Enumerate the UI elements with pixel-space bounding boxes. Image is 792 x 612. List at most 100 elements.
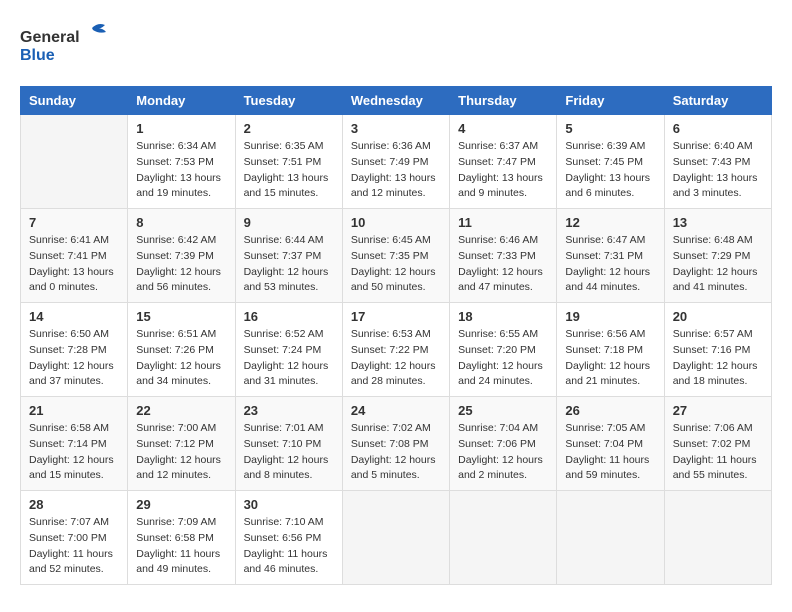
day-header-wednesday: Wednesday xyxy=(342,87,449,115)
day-number: 17 xyxy=(351,309,441,324)
day-info: Sunrise: 6:35 AMSunset: 7:51 PMDaylight:… xyxy=(244,139,334,202)
week-row-2: 7Sunrise: 6:41 AMSunset: 7:41 PMDaylight… xyxy=(21,209,772,303)
day-info: Sunrise: 6:57 AMSunset: 7:16 PMDaylight:… xyxy=(673,327,763,390)
calendar-cell: 9 Sunrise: 6:44 AMSunset: 7:37 PMDaylight… xyxy=(235,209,342,303)
day-info: Sunrise: 6:36 AMSunset: 7:49 PMDaylight:… xyxy=(351,139,441,202)
day-number: 18 xyxy=(458,309,548,324)
day-number: 4 xyxy=(458,121,548,136)
week-row-1: 1 Sunrise: 6:34 AMSunset: 7:53 PMDaylight… xyxy=(21,115,772,209)
calendar-cell: 18 Sunrise: 6:55 AMSunset: 7:20 PMDayligh… xyxy=(450,303,557,397)
day-number: 29 xyxy=(136,497,226,512)
day-header-saturday: Saturday xyxy=(664,87,771,115)
day-info: Sunrise: 7:00 AMSunset: 7:12 PMDaylight:… xyxy=(136,421,226,484)
day-number: 19 xyxy=(565,309,655,324)
day-number: 28 xyxy=(29,497,119,512)
day-info: Sunrise: 6:48 AMSunset: 7:29 PMDaylight:… xyxy=(673,233,763,296)
calendar-cell: 25 Sunrise: 7:04 AMSunset: 7:06 PMDayligh… xyxy=(450,397,557,491)
calendar-cell: 10Sunrise: 6:45 AMSunset: 7:35 PMDayligh… xyxy=(342,209,449,303)
calendar-cell: 14Sunrise: 6:50 AMSunset: 7:28 PMDayligh… xyxy=(21,303,128,397)
calendar-cell: 30 Sunrise: 7:10 AMSunset: 6:56 PMDayligh… xyxy=(235,491,342,585)
calendar-header-row: SundayMondayTuesdayWednesdayThursdayFrid… xyxy=(21,87,772,115)
calendar-cell: 21 Sunrise: 6:58 AMSunset: 7:14 PMDayligh… xyxy=(21,397,128,491)
day-info: Sunrise: 6:53 AMSunset: 7:22 PMDaylight:… xyxy=(351,327,441,390)
calendar-cell: 8Sunrise: 6:42 AMSunset: 7:39 PMDaylight… xyxy=(128,209,235,303)
calendar-cell xyxy=(21,115,128,209)
calendar-cell: 6 Sunrise: 6:40 AMSunset: 7:43 PMDaylight… xyxy=(664,115,771,209)
day-info: Sunrise: 6:56 AMSunset: 7:18 PMDaylight:… xyxy=(565,327,655,390)
calendar-cell: 15 Sunrise: 6:51 AMSunset: 7:26 PMDayligh… xyxy=(128,303,235,397)
day-info: Sunrise: 6:34 AMSunset: 7:53 PMDaylight:… xyxy=(136,139,226,202)
day-info: Sunrise: 6:39 AMSunset: 7:45 PMDaylight:… xyxy=(565,139,655,202)
calendar-cell: 22 Sunrise: 7:00 AMSunset: 7:12 PMDayligh… xyxy=(128,397,235,491)
calendar-cell: 3 Sunrise: 6:36 AMSunset: 7:49 PMDaylight… xyxy=(342,115,449,209)
day-number: 13 xyxy=(673,215,763,230)
day-info: Sunrise: 6:51 AMSunset: 7:26 PMDaylight:… xyxy=(136,327,226,390)
day-info: Sunrise: 6:46 AMSunset: 7:33 PMDaylight:… xyxy=(458,233,548,296)
page-header: General Blue xyxy=(20,20,772,70)
day-info: Sunrise: 6:42 AMSunset: 7:39 PMDaylight:… xyxy=(136,233,226,296)
calendar-cell xyxy=(664,491,771,585)
day-number: 25 xyxy=(458,403,548,418)
day-number: 16 xyxy=(244,309,334,324)
calendar-cell xyxy=(557,491,664,585)
day-info: Sunrise: 7:04 AMSunset: 7:06 PMDaylight:… xyxy=(458,421,548,484)
day-number: 24 xyxy=(351,403,441,418)
day-number: 22 xyxy=(136,403,226,418)
day-number: 21 xyxy=(29,403,119,418)
logo: General Blue xyxy=(20,20,130,70)
day-info: Sunrise: 6:58 AMSunset: 7:14 PMDaylight:… xyxy=(29,421,119,484)
calendar-cell: 19 Sunrise: 6:56 AMSunset: 7:18 PMDayligh… xyxy=(557,303,664,397)
day-info: Sunrise: 7:05 AMSunset: 7:04 PMDaylight:… xyxy=(565,421,655,484)
calendar-cell: 27 Sunrise: 7:06 AMSunset: 7:02 PMDayligh… xyxy=(664,397,771,491)
day-info: Sunrise: 6:40 AMSunset: 7:43 PMDaylight:… xyxy=(673,139,763,202)
day-number: 11 xyxy=(458,215,548,230)
calendar-cell xyxy=(342,491,449,585)
week-row-4: 21 Sunrise: 6:58 AMSunset: 7:14 PMDayligh… xyxy=(21,397,772,491)
day-number: 3 xyxy=(351,121,441,136)
calendar-cell: 12Sunrise: 6:47 AMSunset: 7:31 PMDayligh… xyxy=(557,209,664,303)
day-info: Sunrise: 7:09 AMSunset: 6:58 PMDaylight:… xyxy=(136,515,226,578)
day-number: 30 xyxy=(244,497,334,512)
calendar-cell: 4 Sunrise: 6:37 AMSunset: 7:47 PMDaylight… xyxy=(450,115,557,209)
calendar-cell: 23 Sunrise: 7:01 AMSunset: 7:10 PMDayligh… xyxy=(235,397,342,491)
day-header-thursday: Thursday xyxy=(450,87,557,115)
day-number: 23 xyxy=(244,403,334,418)
calendar-cell: 13 Sunrise: 6:48 AMSunset: 7:29 PMDayligh… xyxy=(664,209,771,303)
day-info: Sunrise: 6:55 AMSunset: 7:20 PMDaylight:… xyxy=(458,327,548,390)
day-number: 15 xyxy=(136,309,226,324)
day-header-monday: Monday xyxy=(128,87,235,115)
day-header-sunday: Sunday xyxy=(21,87,128,115)
day-info: Sunrise: 7:02 AMSunset: 7:08 PMDaylight:… xyxy=(351,421,441,484)
day-info: Sunrise: 7:06 AMSunset: 7:02 PMDaylight:… xyxy=(673,421,763,484)
calendar-cell: 5 Sunrise: 6:39 AMSunset: 7:45 PMDaylight… xyxy=(557,115,664,209)
svg-text:Blue: Blue xyxy=(20,47,55,64)
calendar-cell: 24 Sunrise: 7:02 AMSunset: 7:08 PMDayligh… xyxy=(342,397,449,491)
calendar-cell: 26 Sunrise: 7:05 AMSunset: 7:04 PMDayligh… xyxy=(557,397,664,491)
day-number: 27 xyxy=(673,403,763,418)
logo-text: General Blue xyxy=(20,20,130,70)
calendar-cell: 20 Sunrise: 6:57 AMSunset: 7:16 PMDayligh… xyxy=(664,303,771,397)
day-info: Sunrise: 6:47 AMSunset: 7:31 PMDaylight:… xyxy=(565,233,655,296)
calendar-cell: 17 Sunrise: 6:53 AMSunset: 7:22 PMDayligh… xyxy=(342,303,449,397)
calendar-cell xyxy=(450,491,557,585)
day-info: Sunrise: 6:44 AMSunset: 7:37 PMDaylight:… xyxy=(244,233,334,296)
day-info: Sunrise: 7:01 AMSunset: 7:10 PMDaylight:… xyxy=(244,421,334,484)
calendar-cell: 16 Sunrise: 6:52 AMSunset: 7:24 PMDayligh… xyxy=(235,303,342,397)
day-info: Sunrise: 6:45 AMSunset: 7:35 PMDaylight:… xyxy=(351,233,441,296)
calendar-table: SundayMondayTuesdayWednesdayThursdayFrid… xyxy=(20,86,772,585)
day-number: 9 xyxy=(244,215,334,230)
day-number: 20 xyxy=(673,309,763,324)
day-number: 6 xyxy=(673,121,763,136)
logo-svg: General Blue xyxy=(20,20,130,65)
day-number: 26 xyxy=(565,403,655,418)
day-info: Sunrise: 6:37 AMSunset: 7:47 PMDaylight:… xyxy=(458,139,548,202)
calendar-cell: 2Sunrise: 6:35 AMSunset: 7:51 PMDaylight… xyxy=(235,115,342,209)
day-number: 1 xyxy=(136,121,226,136)
day-info: Sunrise: 6:50 AMSunset: 7:28 PMDaylight:… xyxy=(29,327,119,390)
day-info: Sunrise: 7:10 AMSunset: 6:56 PMDaylight:… xyxy=(244,515,334,578)
calendar-cell: 1 Sunrise: 6:34 AMSunset: 7:53 PMDaylight… xyxy=(128,115,235,209)
day-number: 5 xyxy=(565,121,655,136)
day-info: Sunrise: 6:52 AMSunset: 7:24 PMDaylight:… xyxy=(244,327,334,390)
calendar-cell: 7Sunrise: 6:41 AMSunset: 7:41 PMDaylight… xyxy=(21,209,128,303)
day-header-tuesday: Tuesday xyxy=(235,87,342,115)
